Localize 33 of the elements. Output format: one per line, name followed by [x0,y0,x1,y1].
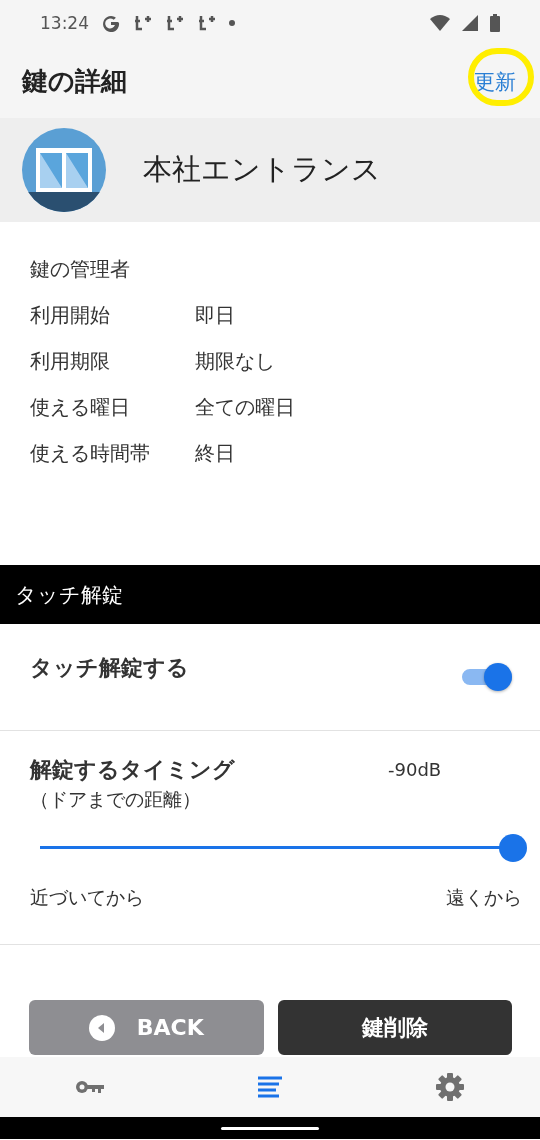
detail-value: 即日 [195,301,236,329]
toggle-switch[interactable] [462,663,512,691]
detail-label: 使える曜日 [30,393,131,421]
detail-label: 利用開始 [30,301,111,329]
signal-icon [462,14,478,31]
setting-sublabel: （ドアまでの距離） [30,787,202,812]
wifi-icon [430,14,450,31]
detail-label: 鍵の管理者 [30,255,131,283]
status-time: 13:24 [40,12,89,33]
key-name: 本社エントランス [143,151,381,188]
slider-max-label: 遠くから [446,885,522,910]
list-icon[interactable] [258,1076,282,1098]
screen-title: 鍵の詳細 [22,65,127,98]
toggle-label: タッチ解錠する [30,654,189,682]
slider-thumb[interactable] [499,834,527,862]
dot-icon [229,19,235,26]
refresh-button[interactable]: 更新 [472,63,518,100]
home-indicator[interactable] [221,1126,319,1130]
back-icon [88,1014,115,1041]
slider-min-label: 近づいてから [30,885,144,910]
setting-label: 解錠するタイミング [30,756,236,784]
battery-icon [490,13,500,32]
back-button[interactable]: BACK [29,1000,264,1055]
signal-reading: -90dB [388,759,442,780]
detail-value: 終日 [195,439,236,467]
detail-value: 期限なし [195,347,276,375]
key-icon[interactable] [76,1080,104,1094]
settings-icon[interactable] [436,1073,464,1101]
delete-button[interactable]: 鍵削除 [277,1000,512,1055]
detail-label: 使える時間帯 [30,439,151,467]
section-title: タッチ解錠 [15,581,123,609]
detail-value: 全ての曜日 [195,393,296,421]
detail-label: 利用期限 [30,347,111,375]
